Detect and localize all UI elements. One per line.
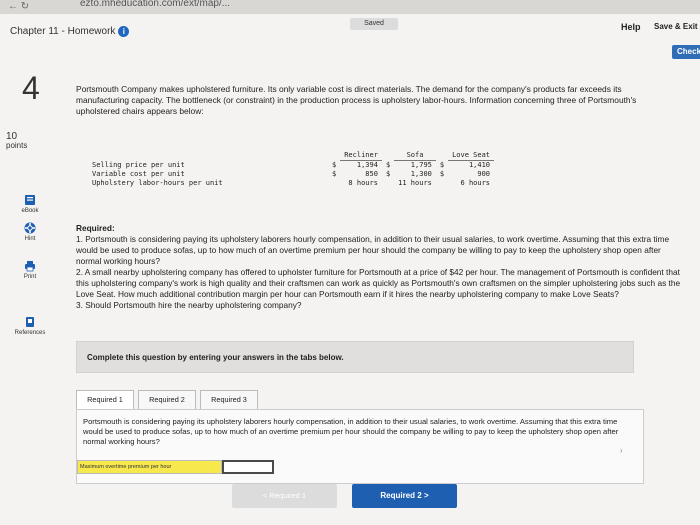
column-header-recliner: Recliner: [340, 151, 382, 161]
chapter-title: Chapter 11 - Homework i: [10, 26, 130, 37]
ebook-label: eBook: [21, 208, 39, 214]
required-section: Required: 1. Portsmouth is considering p…: [76, 223, 686, 311]
currency-cell: [328, 178, 340, 187]
panel-question-text: Portsmouth is considering paying its uph…: [83, 417, 619, 446]
next-tab-button[interactable]: Required 2 >: [352, 484, 457, 508]
ebook-tool[interactable]: eBook: [6, 194, 54, 214]
help-button[interactable]: Help: [621, 22, 641, 32]
currency-cell: $: [439, 169, 445, 178]
table-row: Upholstery labor-hours per unit 8 hours …: [88, 178, 494, 187]
chevron-right-icon: ›: [620, 446, 623, 455]
question-content: Portsmouth Company makes upholstered fur…: [76, 84, 676, 117]
info-icon[interactable]: i: [118, 26, 130, 37]
question-sidebar: 4 10 points eBook Hint Print References: [0, 54, 58, 354]
table-row: Variable cost per unit $ 850 $ 1,300 $ 9…: [88, 169, 494, 178]
browser-nav-icons[interactable]: ← ↻: [8, 1, 29, 12]
check-button[interactable]: Check: [672, 45, 700, 59]
tab-required-3[interactable]: Required 3: [200, 390, 258, 410]
top-bar: Chapter 11 - Homework i Saved Help Save &…: [0, 14, 700, 59]
currency-cell: [436, 178, 448, 187]
value-cell: 850: [365, 169, 378, 178]
answer-panel: Portsmouth is considering paying its uph…: [76, 409, 644, 484]
value-cell: 8 hours: [348, 178, 378, 187]
product-table: Recliner Sofa Love Seat Selling price pe…: [88, 151, 495, 187]
required-item: 2. A small nearby upholstering company h…: [76, 267, 681, 299]
row-label: Selling price per unit: [92, 160, 185, 169]
print-label: Print: [23, 274, 37, 280]
currency-cell: $: [332, 169, 337, 178]
references-icon: [26, 317, 34, 327]
value-cell: 11 hours: [398, 178, 432, 187]
value-cell: 6 hours: [460, 178, 491, 187]
value-cell: 1,410: [468, 160, 491, 169]
overtime-premium-input[interactable]: [222, 460, 274, 474]
hint-icon: [24, 222, 36, 234]
ebook-icon: [25, 195, 35, 205]
points-label: points: [6, 141, 28, 150]
row-label: Variable cost per unit: [92, 169, 185, 178]
references-label: References: [14, 330, 46, 336]
currency-cell: $: [332, 160, 337, 169]
points-value: 10: [6, 131, 18, 142]
row-label: Upholstery labor-hours per unit: [92, 178, 223, 187]
saved-badge: Saved: [350, 18, 398, 30]
print-icon: [25, 261, 35, 272]
table-row: Selling price per unit $ 1,394 $ 1,795 $…: [88, 160, 494, 169]
save-exit-button[interactable]: Save & Exit: [654, 22, 698, 31]
answer-label: Maximum overtime premium per hour: [77, 460, 222, 474]
value-cell: 900: [477, 169, 491, 178]
column-header-sofa: Sofa: [394, 151, 436, 161]
hint-label: Hint: [24, 236, 36, 242]
references-tool[interactable]: References: [6, 316, 54, 336]
print-tool[interactable]: Print: [6, 260, 54, 280]
value-cell: 1,300: [410, 169, 432, 178]
required-item: 3. Should Portsmouth hire the nearby uph…: [76, 300, 302, 310]
tab-required-1[interactable]: Required 1: [76, 390, 134, 410]
question-number: 4: [22, 70, 40, 106]
browser-url[interactable]: ezto.mheducation.com/ext/map/...: [80, 0, 230, 9]
required-heading: Required:: [76, 223, 115, 233]
currency-cell: $: [439, 160, 445, 169]
previous-tab-button[interactable]: < Required 1: [232, 484, 337, 508]
tab-required-2[interactable]: Required 2: [138, 390, 196, 410]
question-intro: Portsmouth Company makes upholstered fur…: [76, 84, 637, 116]
column-header-love-seat: Love Seat: [448, 151, 495, 161]
currency-cell: $: [385, 169, 391, 178]
value-cell: 1,795: [410, 160, 432, 169]
currency-cell: [382, 178, 394, 187]
app: Chapter 11 - Homework i Saved Help Save &…: [0, 14, 700, 525]
currency-cell: $: [385, 160, 391, 169]
browser-bar: ← ↻ ezto.mheducation.com/ext/map/...: [0, 0, 700, 14]
required-item: 1. Portsmouth is considering paying its …: [76, 234, 670, 266]
hint-tool[interactable]: Hint: [6, 222, 54, 242]
value-cell: 1,394: [356, 160, 378, 169]
instructions-text: Complete this question by entering your …: [87, 353, 344, 362]
points-display: 10 points: [6, 131, 28, 151]
chapter-title-text: Chapter 11 - Homework: [10, 26, 116, 37]
instructions-box: Complete this question by entering your …: [76, 341, 634, 373]
